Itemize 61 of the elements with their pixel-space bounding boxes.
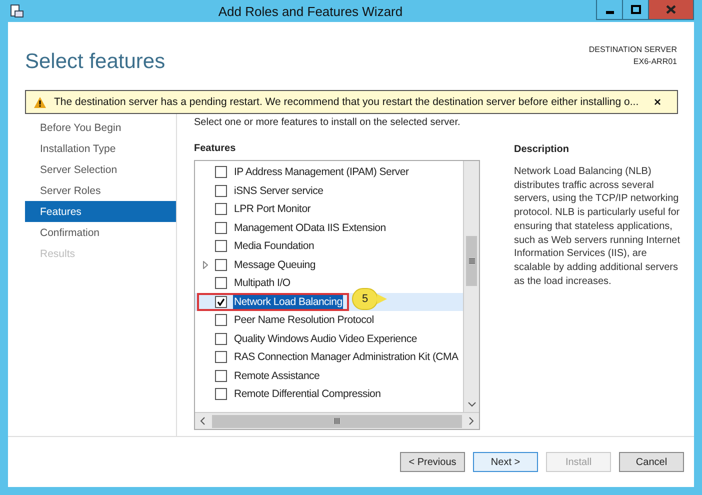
scroll-left-icon[interactable]	[200, 417, 205, 425]
feature-label[interactable]: Remote Differential Compression	[233, 387, 382, 402]
feature-checkbox[interactable]	[215, 314, 227, 326]
maximize-icon	[630, 5, 640, 14]
check-icon	[217, 298, 225, 306]
warning-icon	[34, 96, 46, 108]
minimize-button[interactable]	[596, 0, 623, 20]
server-label: DESTINATION SERVER	[588, 44, 677, 56]
page-title: Select features	[25, 50, 166, 75]
feature-checkbox[interactable]	[215, 277, 227, 290]
feature-label[interactable]: RAS Connection Manager Administration Kit (CMA	[233, 350, 460, 364]
features-heading: Features	[194, 143, 237, 154]
horizontal-scrollbar[interactable]	[195, 412, 479, 429]
nav-item[interactable]: Confirmation	[25, 222, 176, 243]
warning-text: The destination server has a pending restart. We recommend that you restart the destination server before either installing o...	[54, 96, 640, 108]
nav-item[interactable]: Server Selection	[25, 159, 176, 180]
step-callout: 5	[352, 288, 388, 310]
dismiss-button[interactable]: ×	[654, 95, 661, 109]
feature-checkbox[interactable]	[215, 222, 227, 234]
nav-item[interactable]: Server Roles	[25, 180, 176, 201]
feature-checkbox[interactable]	[215, 351, 227, 364]
description-text: Network Load Balancing (NLB) distributes traffic across several servers, using the TCP/IP networking protocol. NLB is particularly useful for ensuring that stateless applications, such as Web servers running Internet Information Services (IIS), are scalable by adding additional servers as the load increases.	[514, 165, 682, 288]
nav-item[interactable]: Installation Type	[25, 138, 176, 159]
window-title: Add Roles and Features Wizard	[217, 4, 404, 18]
expand-arrow-icon[interactable]	[202, 260, 208, 269]
scroll-down-icon[interactable]	[468, 402, 476, 407]
grip-icon	[468, 258, 474, 264]
wizard-button[interactable]: Next >	[473, 452, 538, 472]
feature-label[interactable]: Remote Assistance	[233, 368, 321, 383]
server-name: EX6-ARR01	[633, 56, 677, 68]
scroll-right-icon[interactable]	[469, 417, 474, 425]
feature-checkbox[interactable]	[215, 370, 227, 382]
feature-label[interactable]: IP Address Management (IPAM) Server	[233, 165, 410, 180]
feature-label[interactable]: iSNS Server service	[233, 184, 324, 198]
feature-label[interactable]: Multipath I/O	[233, 276, 292, 290]
feature-label[interactable]: Network Load Balancing	[233, 294, 344, 309]
feature-checkbox[interactable]	[215, 203, 227, 216]
feature-checkbox[interactable]	[215, 240, 227, 252]
feature-label[interactable]: Management OData IIS Extension	[233, 220, 387, 235]
feature-checkbox[interactable]	[215, 166, 227, 178]
feature-checkbox[interactable]	[215, 388, 227, 400]
feature-checkbox[interactable]	[215, 332, 227, 345]
nav-item[interactable]: Features	[25, 201, 176, 222]
feature-checkbox[interactable]	[215, 296, 227, 308]
wizard-button[interactable]: Cancel	[619, 452, 684, 472]
instruction-text: Select one or more features to install on the selected server.	[194, 117, 462, 128]
feature-label[interactable]: Quality Windows Audio Video Experience	[233, 332, 418, 346]
vertical-scrollbar[interactable]	[463, 161, 479, 412]
feature-label[interactable]: LPR Port Monitor	[233, 202, 312, 216]
nav-item[interactable]: Before You Begin	[25, 117, 176, 138]
close-icon	[666, 5, 676, 14]
feature-label[interactable]: Message Queuing	[233, 258, 316, 272]
feature-checkbox[interactable]	[215, 258, 227, 271]
feature-checkbox[interactable]	[215, 184, 227, 197]
description-heading: Description	[514, 144, 570, 155]
feature-label[interactable]: Peer Name Resolution Protocol	[233, 313, 375, 328]
feature-label[interactable]: Media Foundation	[233, 239, 316, 254]
wizard-button[interactable]: < Previous	[400, 452, 465, 472]
close-button[interactable]	[648, 0, 694, 20]
grip-icon	[334, 418, 340, 424]
app-icon	[10, 4, 24, 18]
